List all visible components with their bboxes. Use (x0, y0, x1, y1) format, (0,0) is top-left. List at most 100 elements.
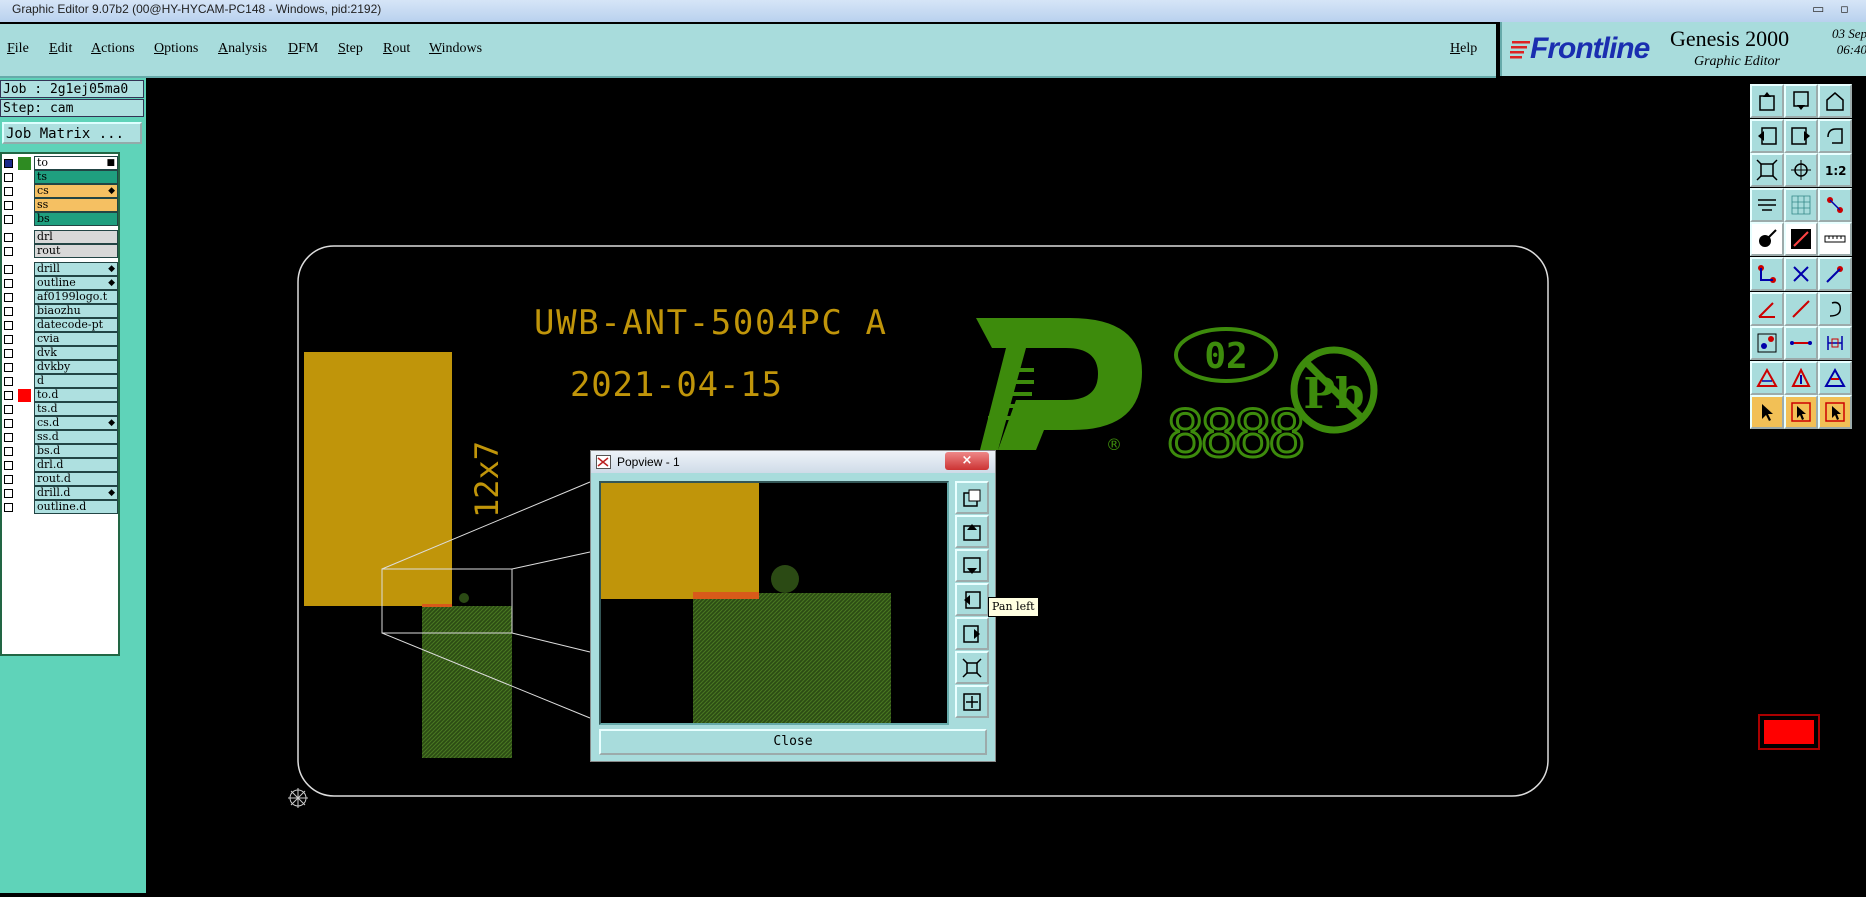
layer-name[interactable]: to.d (34, 388, 118, 402)
layer-row-ss-d[interactable]: ss.d (2, 430, 118, 445)
layer-row-ts-d[interactable]: ts.d (2, 402, 118, 417)
layer-row-d[interactable]: d (2, 374, 118, 389)
layer-name[interactable]: drl.d (34, 458, 118, 472)
bracket-button[interactable] (1818, 326, 1852, 361)
layer-checkbox[interactable] (4, 293, 13, 302)
layer-row-af0199logo-t[interactable]: af0199logo.t (2, 290, 118, 305)
measure-button[interactable] (1750, 187, 1784, 222)
layer-checkbox[interactable] (4, 363, 13, 372)
layer-row-outline[interactable]: outline ◆ (2, 276, 118, 291)
layer-row-ts[interactable]: ts (2, 170, 118, 185)
layer-row-drl[interactable]: drl (2, 230, 118, 245)
ruler-button[interactable] (1818, 222, 1852, 257)
layer-row-rout[interactable]: rout (2, 244, 118, 259)
restore-icon[interactable]: ▫ (1840, 2, 1849, 17)
arc-button[interactable] (1818, 291, 1852, 326)
layer-checkbox[interactable] (4, 405, 13, 414)
layer-checkbox[interactable] (4, 307, 13, 316)
cross-button[interactable] (1784, 257, 1818, 291)
menu-windows[interactable]: Windows (429, 41, 482, 57)
layer-checkbox[interactable] (4, 215, 13, 224)
segment-button[interactable] (1784, 326, 1818, 361)
layer-name[interactable]: datecode-pt (34, 318, 118, 332)
menu-edit[interactable]: Edit (49, 41, 72, 57)
menu-step[interactable]: Step (338, 41, 363, 57)
layer-row-cvia[interactable]: cvia (2, 332, 118, 347)
select-alt-button[interactable] (1784, 395, 1818, 430)
layer-name[interactable]: bs.d (34, 444, 118, 458)
close-icon[interactable]: × (945, 452, 989, 470)
layer-checkbox[interactable] (4, 503, 13, 512)
layer-checkbox[interactable] (4, 265, 13, 274)
layer-row-to-d[interactable]: to.d (2, 388, 118, 403)
layer-name[interactable]: ss (34, 198, 118, 212)
menu-file[interactable]: File (7, 41, 29, 57)
angle-button[interactable] (1750, 291, 1784, 326)
select-button[interactable] (1750, 395, 1784, 430)
layer-row-dvkby[interactable]: dvkby (2, 360, 118, 375)
layer-row-to[interactable]: to ■ (2, 156, 118, 171)
layer-checkbox[interactable] (4, 419, 13, 428)
layer-checkbox[interactable] (4, 279, 13, 288)
zoom-out-button[interactable] (1784, 84, 1818, 118)
undo-button[interactable] (1818, 118, 1852, 153)
center-button[interactable] (1784, 153, 1818, 188)
layer-name[interactable]: cs (34, 184, 118, 198)
minimize-icon[interactable]: ▭ (1812, 2, 1824, 17)
layer-row-datecode-pt[interactable]: datecode-pt (2, 318, 118, 333)
layer-checkbox[interactable] (4, 461, 13, 470)
arrow-up-button[interactable] (1784, 360, 1818, 395)
layer-name[interactable]: outline.d (34, 500, 118, 514)
menu-dfm[interactable]: DFM (288, 41, 318, 57)
pan-down-button[interactable] (955, 549, 989, 582)
zoom-extents-button[interactable] (955, 481, 989, 514)
layer-checkbox[interactable] (4, 447, 13, 456)
nodes-button[interactable] (1750, 257, 1784, 291)
grid-button[interactable] (1784, 187, 1818, 222)
layer-name[interactable]: outline (34, 276, 118, 290)
layer-row-dvk[interactable]: dvk (2, 346, 118, 361)
pan-left-button[interactable] (955, 583, 989, 616)
layer-row-outline-d[interactable]: outline.d (2, 500, 118, 515)
line-button[interactable] (1784, 222, 1818, 257)
layer-checkbox[interactable] (4, 173, 13, 182)
menu-rout[interactable]: Rout (383, 41, 410, 57)
pan-left-button[interactable] (1750, 118, 1784, 153)
menu-options[interactable]: Options (154, 41, 198, 57)
popview-close-button[interactable]: Close (599, 729, 987, 755)
pan-right-button[interactable] (1784, 118, 1818, 153)
layer-name[interactable]: drl (34, 230, 118, 244)
layer-name[interactable]: dvk (34, 346, 118, 360)
layer-checkbox[interactable] (4, 433, 13, 442)
layer-checkbox[interactable] (4, 391, 13, 400)
layer-checkbox[interactable] (4, 475, 13, 484)
zoom-in-button[interactable] (1750, 84, 1784, 118)
layer-row-ss[interactable]: ss (2, 198, 118, 213)
layer-checkbox[interactable] (4, 349, 13, 358)
layer-name[interactable]: af0199logo.t (34, 290, 118, 304)
layer-name[interactable]: rout.d (34, 472, 118, 486)
layer-row-bs-d[interactable]: bs.d (2, 444, 118, 459)
job-matrix-button[interactable]: Job Matrix ... (2, 122, 142, 144)
layer-checkbox[interactable] (4, 377, 13, 386)
pan-right-button[interactable] (955, 617, 989, 650)
layer-checkbox[interactable] (4, 159, 13, 168)
pan-up-button[interactable] (955, 515, 989, 548)
layer-row-drl-d[interactable]: drl.d (2, 458, 118, 473)
layer-checkbox[interactable] (4, 335, 13, 344)
layer-name[interactable]: biaozhu (34, 304, 118, 318)
triangle-button[interactable] (1750, 360, 1784, 395)
layer-name[interactable]: cs.d (34, 416, 118, 430)
layer-name[interactable]: ts.d (34, 402, 118, 416)
layer-checkbox[interactable] (4, 187, 13, 196)
menu-actions[interactable]: Actions (91, 41, 135, 57)
diag-button[interactable] (1784, 291, 1818, 326)
zoom-out-button[interactable] (955, 685, 989, 718)
snap-button[interactable] (1818, 187, 1852, 222)
menu-help[interactable]: Help (1450, 41, 1477, 57)
zoom-in-button[interactable] (955, 651, 989, 684)
layer-name[interactable]: drill.d (34, 486, 118, 500)
layer-name[interactable]: bs (34, 212, 118, 226)
layer-name[interactable]: ss.d (34, 430, 118, 444)
layer-name[interactable]: cvia (34, 332, 118, 346)
